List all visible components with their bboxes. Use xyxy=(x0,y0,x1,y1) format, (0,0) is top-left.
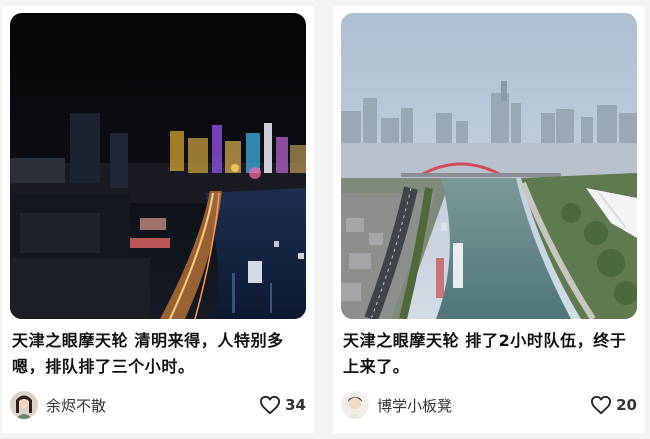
heart-outline-icon xyxy=(591,395,612,415)
avatar[interactable] xyxy=(341,391,369,419)
avatar[interactable] xyxy=(10,391,38,419)
like-button[interactable]: 20 xyxy=(590,395,637,415)
night-city-river-photo xyxy=(10,13,306,319)
post-footer: 余烬不散 34 xyxy=(10,390,306,420)
post-caption[interactable]: 天津之眼摩天轮 清明来得，人特别多嗯，排队排了三个小时。 xyxy=(12,328,306,380)
author-name[interactable]: 余烬不散 xyxy=(46,395,106,416)
day-city-river-photo xyxy=(341,13,637,319)
like-count: 20 xyxy=(616,396,637,414)
heart-outline-icon xyxy=(260,395,281,415)
like-count: 34 xyxy=(285,396,306,414)
post-photo-night-city[interactable] xyxy=(10,13,306,319)
post-caption[interactable]: 天津之眼摩天轮 排了2小时队伍，终于上来了。 xyxy=(343,328,637,380)
post-card[interactable]: 天津之眼摩天轮 清明来得，人特别多嗯，排队排了三个小时。 余烬不散 34 xyxy=(2,6,314,433)
author-name[interactable]: 博学小板凳 xyxy=(377,395,452,416)
like-button[interactable]: 34 xyxy=(259,395,306,415)
post-photo-day-city[interactable] xyxy=(341,13,637,319)
post-footer: 博学小板凳 20 xyxy=(341,390,637,420)
post-card[interactable]: 天津之眼摩天轮 排了2小时队伍，终于上来了。 博学小板凳 20 xyxy=(333,6,645,433)
